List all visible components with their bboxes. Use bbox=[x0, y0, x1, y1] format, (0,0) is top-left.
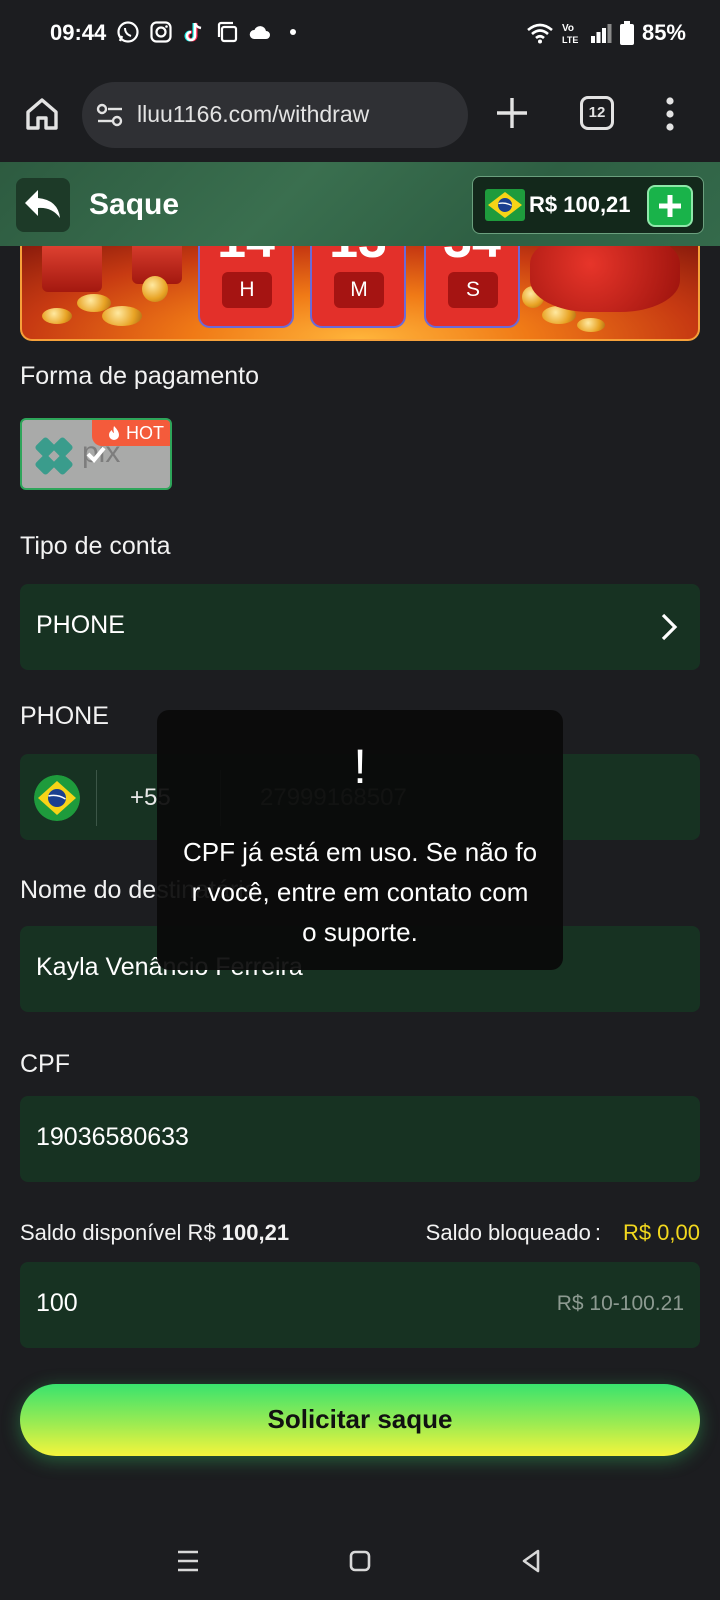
cpf-label: CPF bbox=[20, 1050, 70, 1078]
site-settings-icon[interactable] bbox=[96, 102, 124, 128]
blocked-balance-value: R$ 0,00 bbox=[622, 1220, 700, 1245]
request-withdraw-label: Solicitar saque bbox=[267, 1404, 453, 1434]
status-bar: 09:44 Vo LTE 85% bbox=[0, 0, 720, 66]
available-balance-value: 100,21 bbox=[221, 1220, 290, 1245]
more-options-icon[interactable] bbox=[665, 96, 675, 132]
signal-icon bbox=[590, 24, 612, 43]
account-type-select[interactable]: PHONE bbox=[20, 584, 700, 670]
account-type-label: Tipo de conta bbox=[20, 532, 171, 560]
back-button[interactable] bbox=[16, 178, 70, 232]
home-icon[interactable] bbox=[22, 94, 62, 134]
available-balance-label: Saldo disponível R$ bbox=[20, 1220, 222, 1245]
home-nav-icon[interactable] bbox=[346, 1548, 374, 1574]
amount-value: 100 bbox=[36, 1289, 78, 1317]
timer-hours: 14 H bbox=[198, 246, 294, 328]
hot-badge: HOT bbox=[92, 420, 170, 446]
balance-amount: R$ 100,21 bbox=[529, 192, 631, 217]
svg-text:Vo: Vo bbox=[562, 23, 574, 34]
copy-icon bbox=[217, 21, 238, 43]
payment-method-label: Forma de pagamento bbox=[20, 362, 260, 390]
request-withdraw-button[interactable]: Solicitar saque bbox=[20, 1384, 700, 1456]
recent-apps-icon[interactable] bbox=[174, 1548, 202, 1574]
timer-minutes-value: 13 bbox=[312, 246, 404, 270]
coin-decoration bbox=[142, 276, 168, 302]
phone-label: PHONE bbox=[20, 702, 109, 730]
amount-input[interactable]: 100 R$ 10-100.21 bbox=[20, 1262, 700, 1348]
wifi-icon bbox=[527, 23, 553, 44]
url-text[interactable]: lluu1166.com/withdraw bbox=[137, 101, 369, 128]
amount-range-hint: R$ 10-100.21 bbox=[556, 1292, 684, 1315]
back-arrow-icon bbox=[25, 190, 60, 218]
cpf-value: 19036580633 bbox=[36, 1123, 189, 1151]
available-balance: Saldo disponível R$ 100,21 bbox=[20, 1220, 289, 1246]
back-nav-icon[interactable] bbox=[518, 1548, 546, 1574]
money-bag-decoration bbox=[530, 246, 680, 312]
chevron-right-icon bbox=[661, 613, 678, 641]
timer-minutes: 13 M bbox=[310, 246, 406, 328]
timer-seconds-unit: S bbox=[448, 272, 498, 308]
brazil-flag-icon[interactable] bbox=[34, 775, 80, 821]
tiktok-icon bbox=[184, 22, 202, 42]
error-toast: ! CPF já está em uso. Se não for você, e… bbox=[157, 710, 563, 970]
deposit-button[interactable] bbox=[647, 185, 693, 227]
instagram-icon bbox=[150, 21, 172, 43]
timer-minutes-unit: M bbox=[334, 272, 384, 308]
promo-banner[interactable]: 14 H 13 M 34 S bbox=[20, 246, 700, 341]
blocked-balance: Saldo bloqueado: R$ 0,00 bbox=[426, 1220, 700, 1246]
timer-hours-unit: H bbox=[222, 272, 272, 308]
plus-icon bbox=[659, 195, 681, 217]
system-icons: Vo LTE 85% bbox=[526, 20, 686, 46]
cpf-input[interactable]: 19036580633 bbox=[20, 1096, 700, 1182]
exclamation-icon: ! bbox=[353, 741, 367, 794]
payment-method-pix[interactable]: pix HOT bbox=[20, 418, 172, 490]
system-nav-bar bbox=[0, 1520, 720, 1600]
svg-text:LTE: LTE bbox=[562, 35, 578, 45]
divider bbox=[96, 770, 97, 826]
blocked-balance-separator: : bbox=[594, 1220, 601, 1245]
notification-icons bbox=[116, 20, 305, 44]
app-header: Saque R$ 100,21 bbox=[0, 162, 720, 246]
browser-toolbar: lluu1166.com/withdraw 12 bbox=[0, 66, 720, 162]
battery-percent: 85% bbox=[641, 20, 686, 45]
address-bar[interactable]: lluu1166.com/withdraw bbox=[82, 82, 468, 148]
tab-switcher-button[interactable]: 12 bbox=[580, 96, 614, 130]
dot-icon bbox=[290, 29, 296, 35]
hot-badge-label: HOT bbox=[126, 423, 164, 443]
status-time: 09:44 bbox=[50, 20, 107, 45]
brazil-flag-icon bbox=[485, 189, 525, 221]
new-tab-icon[interactable] bbox=[493, 94, 531, 132]
account-type-value: PHONE bbox=[36, 611, 125, 639]
toast-message: CPF já está em uso. Se não for você, ent… bbox=[182, 837, 538, 947]
fire-icon bbox=[108, 426, 119, 440]
cloud-icon bbox=[249, 26, 270, 39]
coin-decoration bbox=[42, 308, 72, 324]
volte-icon: VoLTE bbox=[562, 23, 578, 45]
gift-box-decoration bbox=[42, 246, 102, 292]
whatsapp-icon bbox=[117, 21, 139, 43]
page-title: Saque bbox=[89, 188, 180, 221]
timer-seconds: 34 S bbox=[424, 246, 520, 328]
coin-decoration bbox=[577, 318, 605, 332]
battery-icon bbox=[619, 21, 634, 45]
blocked-balance-label: Saldo bloqueado bbox=[425, 1220, 591, 1245]
timer-hours-value: 14 bbox=[200, 246, 292, 270]
coin-decoration bbox=[102, 306, 142, 326]
header-balance: R$ 100,21 bbox=[472, 176, 704, 234]
timer-seconds-value: 34 bbox=[426, 246, 518, 270]
